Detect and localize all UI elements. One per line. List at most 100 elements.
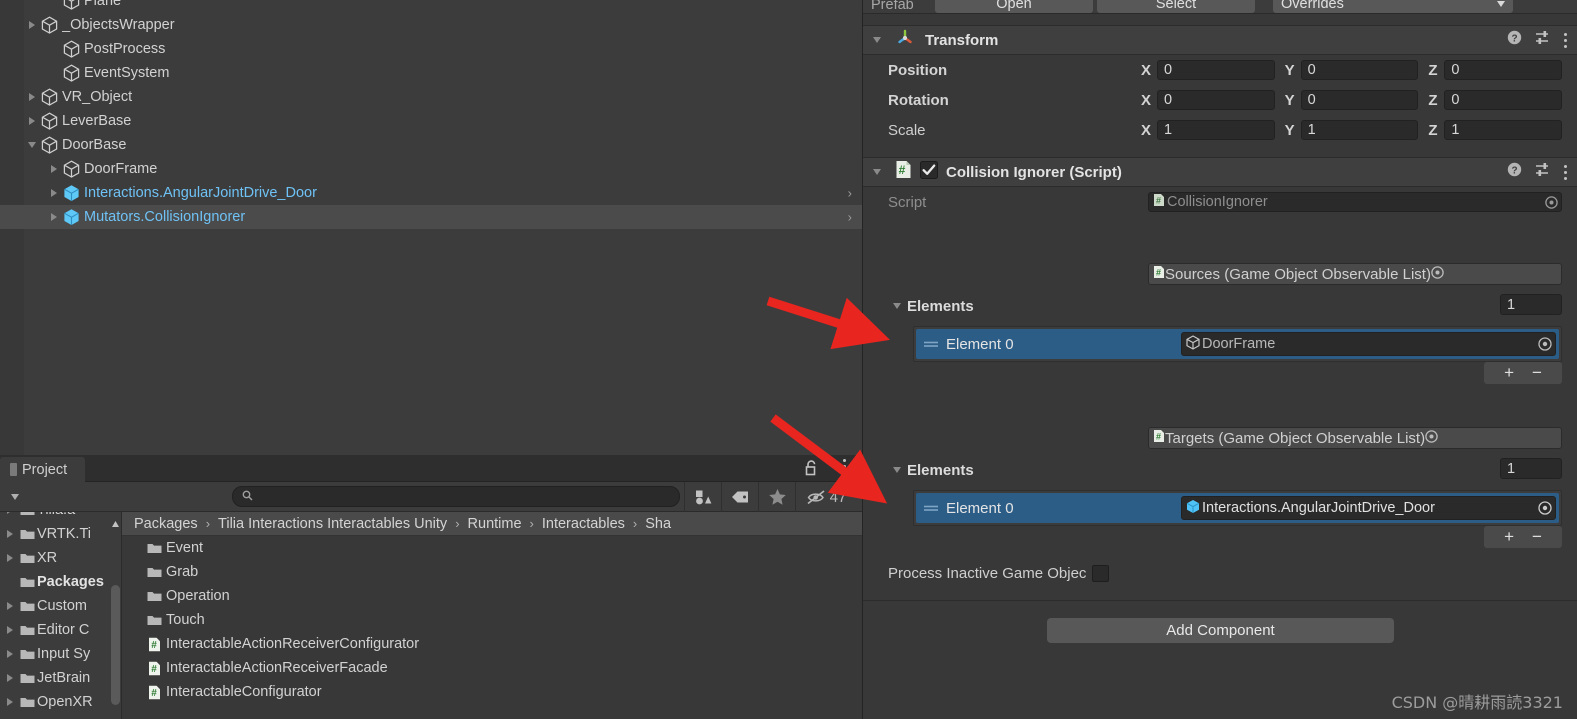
breadcrumb-item[interactable]: Sha bbox=[645, 516, 671, 532]
targets-count-field[interactable]: 1 bbox=[1500, 458, 1562, 479]
hierarchy-row[interactable]: Plane bbox=[0, 0, 862, 13]
foldout-expanded-icon[interactable] bbox=[24, 142, 40, 148]
project-tree-row[interactable]: OpenXR bbox=[0, 690, 121, 714]
object-picker-icon[interactable] bbox=[1425, 429, 1438, 447]
foldout-collapsed-icon[interactable] bbox=[24, 117, 40, 125]
project-search-box[interactable] bbox=[232, 486, 680, 507]
hierarchy-row[interactable]: DoorFrame bbox=[0, 157, 862, 181]
lock-open-icon[interactable] bbox=[804, 459, 820, 477]
kebab-menu-icon[interactable] bbox=[843, 459, 846, 474]
foldout-collapsed-icon[interactable] bbox=[2, 530, 17, 538]
foldout-collapsed-icon[interactable] bbox=[2, 602, 17, 610]
hierarchy-row[interactable]: EventSystem bbox=[0, 61, 862, 85]
transform-foldout[interactable] bbox=[873, 37, 895, 43]
sources-count-field[interactable]: 1 bbox=[1500, 294, 1562, 315]
foldout-collapsed-icon[interactable] bbox=[2, 698, 17, 706]
project-file-row[interactable]: Operation bbox=[122, 584, 862, 608]
targets-remove-button[interactable]: − bbox=[1532, 527, 1542, 547]
breadcrumb-item[interactable]: Runtime bbox=[468, 516, 522, 532]
sources-add-button[interactable]: + bbox=[1504, 363, 1514, 383]
label-filter-icon[interactable] bbox=[721, 482, 758, 512]
foldout-collapsed-icon[interactable] bbox=[24, 93, 40, 101]
sources-elements-foldout[interactable] bbox=[893, 303, 901, 309]
hierarchy-row[interactable]: DoorBase bbox=[0, 133, 862, 157]
transform-position-y-input[interactable]: 0 bbox=[1300, 60, 1419, 80]
star-icon[interactable] bbox=[758, 482, 795, 512]
project-file-row[interactable]: Grab bbox=[122, 560, 862, 584]
breadcrumb-item[interactable]: Interactables bbox=[542, 516, 625, 532]
scrollbar-thumb[interactable] bbox=[111, 585, 120, 705]
add-component-button[interactable]: Add Component bbox=[1047, 618, 1394, 643]
project-file-row[interactable]: # InteractableConfigurator bbox=[122, 680, 862, 704]
targets-element-0-object-field[interactable]: Interactions.AngularJointDrive_Door bbox=[1181, 496, 1556, 520]
kebab-menu-icon[interactable] bbox=[1564, 32, 1567, 48]
project-tree-row[interactable]: XR bbox=[0, 546, 121, 570]
prefab-open-button[interactable]: Open bbox=[935, 0, 1093, 13]
help-icon[interactable]: ? bbox=[1507, 30, 1522, 50]
foldout-collapsed-icon[interactable] bbox=[46, 165, 62, 173]
foldout-collapsed-icon[interactable] bbox=[2, 512, 17, 514]
process-inactive-checkbox[interactable] bbox=[1092, 564, 1110, 582]
transform-rotation-y-input[interactable]: 0 bbox=[1300, 90, 1419, 110]
foldout-collapsed-icon[interactable] bbox=[2, 626, 17, 634]
hierarchy-row[interactable]: _ObjectsWrapper bbox=[0, 13, 862, 37]
help-icon[interactable]: ? bbox=[1507, 162, 1522, 182]
project-tree-row[interactable]: Input Sy bbox=[0, 642, 121, 666]
targets-add-button[interactable]: + bbox=[1504, 527, 1514, 547]
object-picker-icon[interactable] bbox=[1543, 195, 1559, 209]
chevron-down-icon[interactable] bbox=[0, 493, 30, 500]
preset-settings-icon[interactable] bbox=[1535, 30, 1551, 50]
targets-elements-foldout[interactable] bbox=[893, 467, 901, 473]
project-tree-row[interactable]: Packages bbox=[0, 570, 121, 594]
foldout-collapsed-icon[interactable] bbox=[2, 650, 17, 658]
collision-ignorer-component-header[interactable]: # Collision Ignorer (Script) ? bbox=[863, 157, 1577, 187]
foldout-collapsed-icon[interactable] bbox=[2, 554, 17, 562]
object-picker-icon[interactable] bbox=[1537, 337, 1553, 351]
breadcrumb-item[interactable]: Packages bbox=[134, 516, 198, 532]
hierarchy-row[interactable]: Mutators.CollisionIgnorer › bbox=[0, 205, 862, 229]
hierarchy-row[interactable]: Interactions.AngularJointDrive_Door › bbox=[0, 181, 862, 205]
type-filter-icon[interactable] bbox=[684, 482, 721, 512]
targets-elements-row[interactable]: Elements 1 bbox=[893, 458, 1577, 482]
transform-component-header[interactable]: Transform ? bbox=[863, 25, 1577, 55]
foldout-collapsed-icon[interactable] bbox=[24, 21, 40, 29]
object-picker-icon[interactable] bbox=[1537, 501, 1553, 515]
collision-ignorer-enabled-checkbox[interactable] bbox=[920, 160, 938, 184]
project-tree-row[interactable]: Editor C bbox=[0, 618, 121, 642]
hidden-assets-count[interactable]: 47 bbox=[795, 482, 857, 512]
prefab-overrides-dropdown[interactable]: Overrides bbox=[1273, 0, 1513, 13]
transform-scale-x-input[interactable]: 1 bbox=[1157, 120, 1275, 140]
foldout-collapsed-icon[interactable] bbox=[2, 674, 17, 682]
drag-handle-icon[interactable] bbox=[916, 339, 946, 349]
open-prefab-chevron-icon[interactable]: › bbox=[848, 210, 852, 225]
open-prefab-chevron-icon[interactable]: › bbox=[848, 186, 852, 201]
transform-scale-y-input[interactable]: 1 bbox=[1300, 120, 1419, 140]
transform-rotation-x-input[interactable]: 0 bbox=[1157, 90, 1275, 110]
hierarchy-row[interactable]: VR_Object bbox=[0, 85, 862, 109]
hierarchy-row[interactable]: LeverBase bbox=[0, 109, 862, 133]
scroll-up-icon[interactable] bbox=[112, 514, 119, 532]
object-picker-icon[interactable] bbox=[1431, 265, 1444, 283]
project-file-row[interactable]: Touch bbox=[122, 608, 862, 632]
breadcrumb-item[interactable]: Tilia Interactions Interactables Unity bbox=[218, 516, 447, 532]
script-object-field[interactable]: # CollisionIgnorer bbox=[1148, 192, 1562, 212]
hierarchy-row[interactable]: PostProcess bbox=[0, 37, 862, 61]
sources-remove-button[interactable]: − bbox=[1532, 363, 1542, 383]
sources-list-header[interactable]: # Sources (Game Object Observable List) bbox=[1148, 263, 1562, 285]
targets-list-header[interactable]: # Targets (Game Object Observable List) bbox=[1148, 427, 1562, 449]
targets-element-row-0[interactable]: Element 0 Interactions.AngularJointDrive… bbox=[916, 493, 1559, 523]
project-tree-row[interactable]: Tilia.a bbox=[0, 512, 121, 522]
transform-position-z-input[interactable]: 0 bbox=[1444, 60, 1563, 80]
search-input[interactable] bbox=[259, 489, 639, 504]
sources-elements-row[interactable]: Elements 1 bbox=[893, 294, 1577, 318]
transform-position-x-input[interactable]: 0 bbox=[1157, 60, 1275, 80]
foldout-collapsed-icon[interactable] bbox=[46, 189, 62, 197]
transform-rotation-z-input[interactable]: 0 bbox=[1444, 90, 1563, 110]
transform-scale-z-input[interactable]: 1 bbox=[1444, 120, 1563, 140]
project-file-row[interactable]: # InteractableActionReceiverFacade bbox=[122, 656, 862, 680]
project-tree-row[interactable]: VRTK.Ti bbox=[0, 522, 121, 546]
project-file-row[interactable]: Event bbox=[122, 536, 862, 560]
project-tree-row[interactable]: Custom bbox=[0, 594, 121, 618]
project-file-row[interactable]: # InteractableActionReceiverConfigurator bbox=[122, 632, 862, 656]
preset-settings-icon[interactable] bbox=[1535, 162, 1551, 182]
